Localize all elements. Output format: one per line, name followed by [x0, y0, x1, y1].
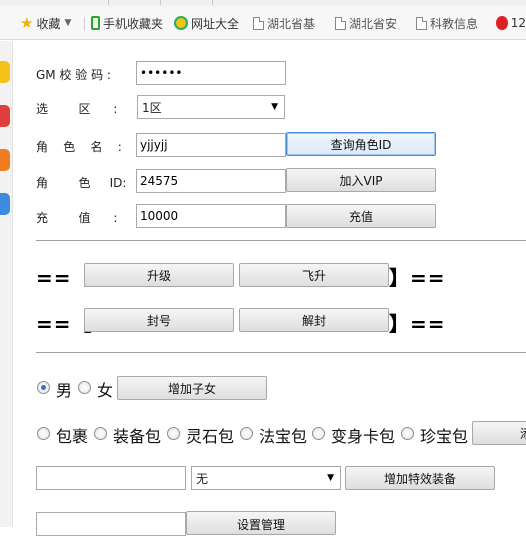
- add-effect-equipment-button[interactable]: 增加特效装备: [345, 466, 495, 490]
- server-select-value: 1区: [142, 100, 162, 115]
- server-label: 选 区 :: [36, 102, 118, 116]
- left-sidebar: [0, 41, 13, 527]
- bookmark-url-directory[interactable]: 网址大全: [174, 13, 246, 33]
- section-divider: [36, 352, 526, 353]
- gender-male-label: 男: [56, 381, 73, 400]
- bag-radio[interactable]: [240, 427, 253, 440]
- role-name-input[interactable]: yjjyjj: [136, 133, 286, 157]
- role-id-input[interactable]: 24575: [136, 169, 286, 193]
- ban-button[interactable]: 封号: [84, 308, 234, 332]
- bag-action-label: 添: [520, 425, 526, 442]
- tab-divider: [212, 0, 213, 5]
- bag-label: 包裹: [56, 427, 89, 446]
- add-vip-button[interactable]: 加入VIP: [286, 168, 436, 192]
- unban-button[interactable]: 解封: [239, 308, 389, 332]
- gender-female-label: 女: [97, 381, 114, 400]
- role-id-label: 角 色 ID:: [36, 176, 127, 190]
- fly-button[interactable]: 飞升: [239, 263, 389, 287]
- bag-radio[interactable]: [37, 427, 50, 440]
- bag-radio[interactable]: [167, 427, 180, 440]
- recharge-input[interactable]: 10000: [136, 204, 286, 228]
- gender-male-radio[interactable]: [37, 381, 50, 394]
- role-name-label: 角 色 名 :: [36, 140, 122, 154]
- bag-radio[interactable]: [401, 427, 414, 440]
- sidebar-app-icon[interactable]: [0, 105, 10, 127]
- bookmark-mobile-favorites[interactable]: 手机收藏夹: [91, 13, 169, 33]
- bookmark-label: 网址大全: [191, 16, 240, 31]
- recharge-button[interactable]: 充值: [286, 204, 436, 228]
- tab-divider: [108, 0, 109, 5]
- chevron-down-icon: ▼: [64, 18, 72, 28]
- bracket-close: 】==: [389, 266, 446, 290]
- bookmark-favorites[interactable]: ★ 收藏 ▼: [20, 13, 84, 33]
- bracket-close: 】==: [389, 312, 446, 336]
- set-admin-button[interactable]: 设置管理: [186, 511, 336, 535]
- section-divider: [36, 240, 526, 241]
- bookmark-hubei-1[interactable]: 湖北省基: [253, 13, 321, 33]
- gm-code-label: GM 校 验 码 :: [36, 68, 111, 82]
- 360-icon: [496, 16, 508, 30]
- sidebar-app-icon[interactable]: [0, 61, 10, 83]
- bag-label: 灵石包: [186, 427, 235, 446]
- bookmark-science-info[interactable]: 科教信息: [416, 13, 484, 33]
- chevron-down-icon: ▼: [327, 473, 334, 483]
- bag-action-button[interactable]: 添: [472, 421, 526, 445]
- page-icon: [416, 16, 427, 30]
- chevron-down-icon: ▼: [271, 102, 278, 112]
- bookmarks-bar: ★ 收藏 ▼ 手机收藏夹 网址大全 湖北省基 湖北省安 科教信息 12: [0, 6, 526, 40]
- equip-input[interactable]: [36, 466, 186, 490]
- gm-code-input[interactable]: ••••••: [136, 61, 286, 85]
- bookmark-label: 12: [510, 16, 526, 30]
- equip-select-value: 无: [196, 471, 209, 486]
- bag-label: 珍宝包: [420, 427, 469, 446]
- bookmark-label: 手机收藏夹: [103, 16, 164, 31]
- tab-divider: [160, 0, 161, 5]
- gender-female-radio[interactable]: [78, 381, 91, 394]
- sidebar-app-icon[interactable]: [0, 149, 10, 171]
- server-select[interactable]: 1区 ▼: [137, 95, 285, 119]
- add-child-button[interactable]: 增加子女: [117, 376, 267, 400]
- equip-select[interactable]: 无 ▼: [191, 466, 341, 490]
- sidebar-app-icon[interactable]: [0, 193, 10, 215]
- bag-label: 变身卡包: [331, 427, 396, 446]
- query-role-id-button[interactable]: 查询角色ID: [286, 132, 436, 156]
- bookmark-360[interactable]: 12: [496, 13, 526, 33]
- bookmark-label: 科教信息: [430, 16, 479, 31]
- bag-radio[interactable]: [94, 427, 107, 440]
- bookmark-label: 湖北省基: [267, 16, 316, 31]
- phone-icon: [91, 16, 100, 30]
- bookmark-label: 湖北省安: [349, 16, 398, 31]
- recharge-label: 充 值 :: [36, 211, 118, 225]
- bag-label: 装备包: [113, 427, 162, 446]
- page-icon: [335, 16, 346, 30]
- bookmark-label: 收藏: [36, 16, 61, 31]
- page-icon: [253, 16, 264, 30]
- bookmark-hubei-2[interactable]: 湖北省安: [335, 13, 403, 33]
- star-icon: ★: [20, 14, 34, 32]
- upgrade-button[interactable]: 升级: [84, 263, 234, 287]
- bookmark-separator: [84, 17, 85, 31]
- bag-label: 法宝包: [259, 427, 308, 446]
- admin-input[interactable]: [36, 512, 186, 536]
- globe-icon: [174, 16, 188, 30]
- bag-radio[interactable]: [312, 427, 325, 440]
